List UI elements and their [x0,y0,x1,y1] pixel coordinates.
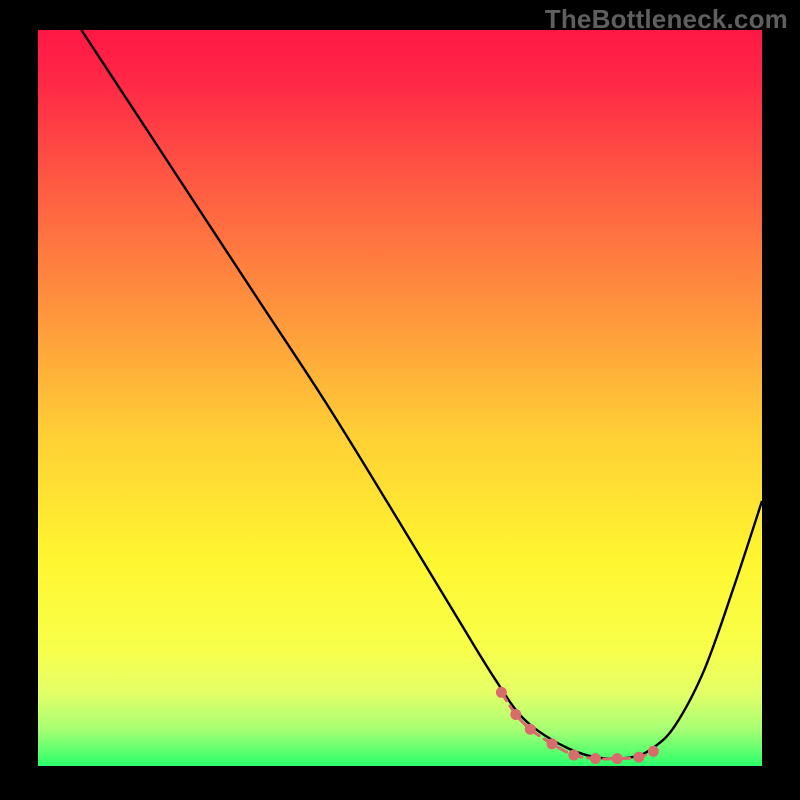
plot-background [38,30,762,766]
watermark-text: TheBottleneck.com [545,4,788,35]
chart-frame: TheBottleneck.com [0,0,800,800]
chart-svg [0,0,800,800]
